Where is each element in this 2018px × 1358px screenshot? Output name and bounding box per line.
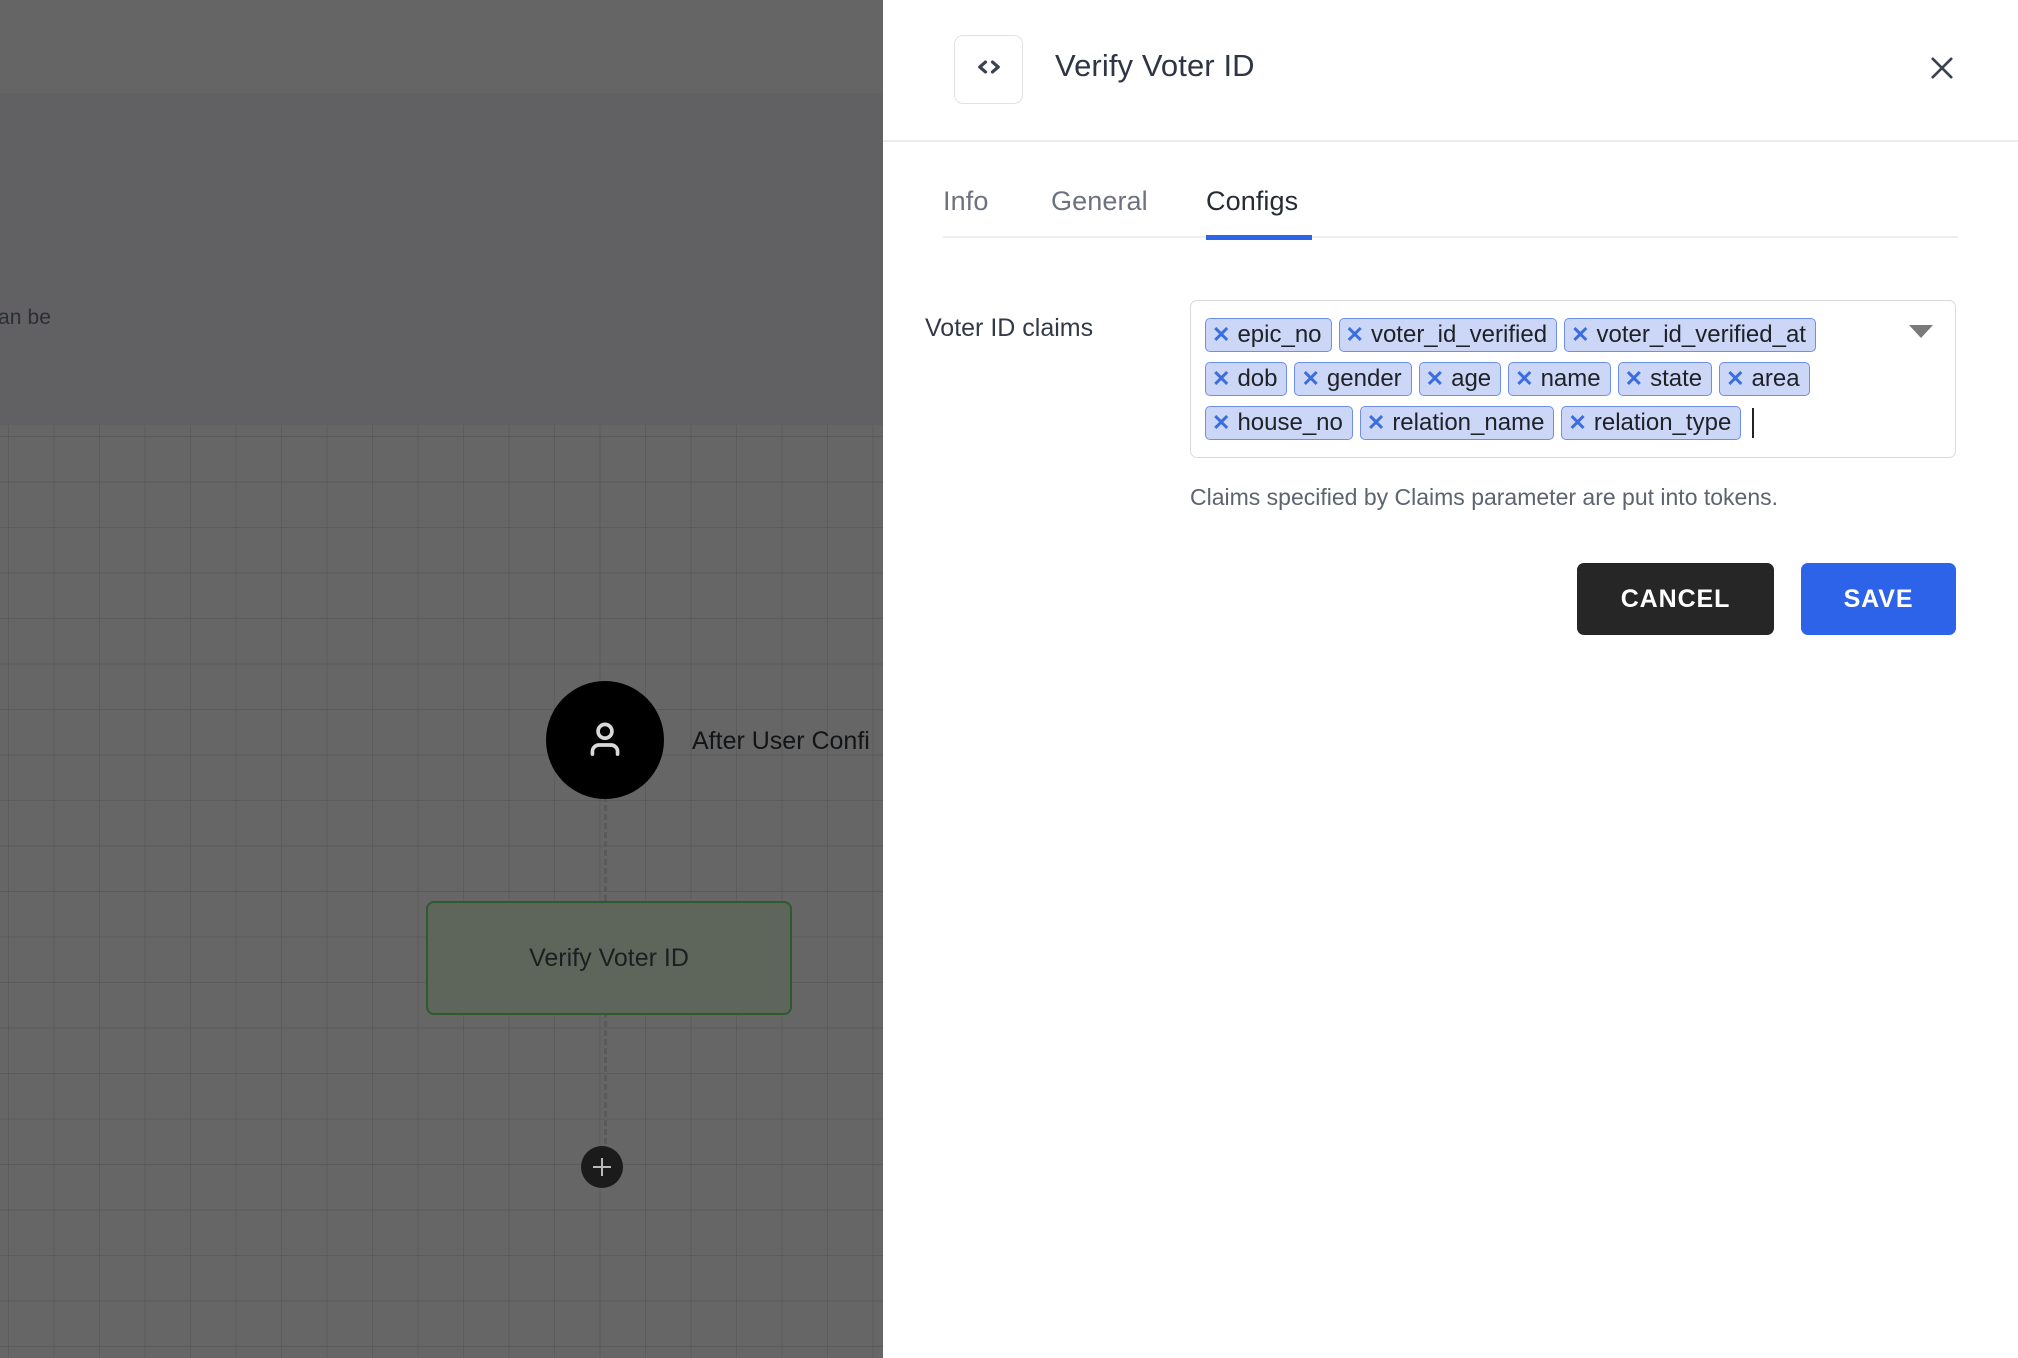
chip-label: age xyxy=(1451,365,1492,392)
canvas-grid xyxy=(0,425,883,1358)
voter-id-claims-label: Voter ID claims xyxy=(925,314,1094,342)
add-node-button[interactable] xyxy=(581,1146,623,1188)
chip-remove-icon[interactable]: ✕ xyxy=(1571,324,1589,346)
chip-label: voter_id_verified_at xyxy=(1596,321,1806,348)
flow-start-node[interactable] xyxy=(546,681,664,799)
chip-label: voter_id_verified xyxy=(1370,321,1548,348)
chevron-down-icon[interactable] xyxy=(1909,325,1933,338)
claim-chip[interactable]: ✕ gender xyxy=(1294,362,1412,396)
claim-chip[interactable]: ✕ name xyxy=(1508,362,1611,396)
drawer-tabs: Info General Configs xyxy=(943,142,1958,240)
config-drawer: Verify Voter ID Info General Configs Vot… xyxy=(883,0,2018,1358)
tab-info[interactable]: Info xyxy=(943,156,1051,238)
chip-label: relation_name xyxy=(1392,409,1545,436)
plus-icon-vertical xyxy=(600,1158,604,1176)
text-input-caret xyxy=(1752,408,1755,438)
claim-chip[interactable]: ✕ area xyxy=(1719,362,1810,396)
chip-label: dob xyxy=(1237,365,1278,392)
drawer-action-buttons: CANCEL SAVE xyxy=(883,563,2018,635)
flow-task-node-label: Verify Voter ID xyxy=(529,943,689,972)
chip-label: relation_type xyxy=(1593,409,1732,436)
claim-chip[interactable]: ✕ relation_name xyxy=(1359,406,1555,440)
chip-remove-icon[interactable]: ✕ xyxy=(1346,324,1364,346)
chip-remove-icon[interactable]: ✕ xyxy=(1301,368,1319,390)
flow-canvas[interactable]: er. It can be After User Confi Verify Vo… xyxy=(0,0,883,1358)
claim-chip[interactable]: ✕ epic_no xyxy=(1205,318,1332,352)
close-button[interactable] xyxy=(1911,38,1973,100)
voter-id-claims-field-row: Voter ID claims ✕ epic_no ✕ voter_id_verifi… xyxy=(883,300,2018,511)
chip-remove-icon[interactable]: ✕ xyxy=(1212,324,1230,346)
chip-remove-icon[interactable]: ✕ xyxy=(1367,412,1385,434)
claim-chip[interactable]: ✕ house_no xyxy=(1205,406,1353,440)
chip-label: epic_no xyxy=(1237,321,1322,348)
canvas-topbar-overlay xyxy=(0,0,883,93)
claim-chip[interactable]: ✕ dob xyxy=(1205,362,1288,396)
close-icon xyxy=(1925,51,1959,88)
flow-start-node-label: After User Confi xyxy=(692,727,870,755)
chip-remove-icon[interactable]: ✕ xyxy=(1212,368,1230,390)
claim-chip[interactable]: ✕ voter_id_verified xyxy=(1338,318,1558,352)
chip-remove-icon[interactable]: ✕ xyxy=(1515,368,1533,390)
code-brackets-icon xyxy=(972,50,1006,89)
drawer-title: Verify Voter ID xyxy=(1055,48,1255,83)
claim-chip[interactable]: ✕ relation_type xyxy=(1561,406,1742,440)
chip-remove-icon[interactable]: ✕ xyxy=(1212,412,1230,434)
code-brackets-icon-button[interactable] xyxy=(954,35,1023,104)
app-screen: er. It can be After User Confi Verify Vo… xyxy=(0,0,2018,1358)
voter-id-claims-multiselect[interactable]: ✕ epic_no ✕ voter_id_verified ✕ voter_id_veri… xyxy=(1190,300,1956,458)
chip-remove-icon[interactable]: ✕ xyxy=(1426,368,1444,390)
tab-configs[interactable]: Configs xyxy=(1206,156,1312,240)
user-icon xyxy=(579,714,631,766)
chip-label: state xyxy=(1650,365,1703,392)
claim-chip[interactable]: ✕ state xyxy=(1617,362,1713,396)
voter-id-claims-field-area: ✕ epic_no ✕ voter_id_verified ✕ voter_id_veri… xyxy=(1190,300,2018,511)
chip-remove-icon[interactable]: ✕ xyxy=(1726,368,1744,390)
tab-general[interactable]: General xyxy=(1051,156,1206,238)
claim-chip[interactable]: ✕ voter_id_verified_at xyxy=(1564,318,1816,352)
chip-remove-icon[interactable]: ✕ xyxy=(1625,368,1643,390)
cancel-button[interactable]: CANCEL xyxy=(1577,563,1774,635)
flow-task-node-verify-voter-id[interactable]: Verify Voter ID xyxy=(426,901,792,1015)
drawer-header: Verify Voter ID xyxy=(883,0,2018,142)
canvas-info-panel-overlay xyxy=(0,93,883,425)
chip-label: area xyxy=(1751,365,1800,392)
save-button[interactable]: SAVE xyxy=(1801,563,1956,635)
chip-remove-icon[interactable]: ✕ xyxy=(1568,412,1586,434)
chip-label: name xyxy=(1540,365,1601,392)
voter-id-claims-helper-text: Claims specified by Claims parameter are… xyxy=(1190,484,1779,510)
chip-label: house_no xyxy=(1237,409,1343,436)
chip-label: gender xyxy=(1326,365,1402,392)
claim-chip[interactable]: ✕ age xyxy=(1418,362,1502,396)
canvas-description-text: er. It can be xyxy=(0,306,52,329)
